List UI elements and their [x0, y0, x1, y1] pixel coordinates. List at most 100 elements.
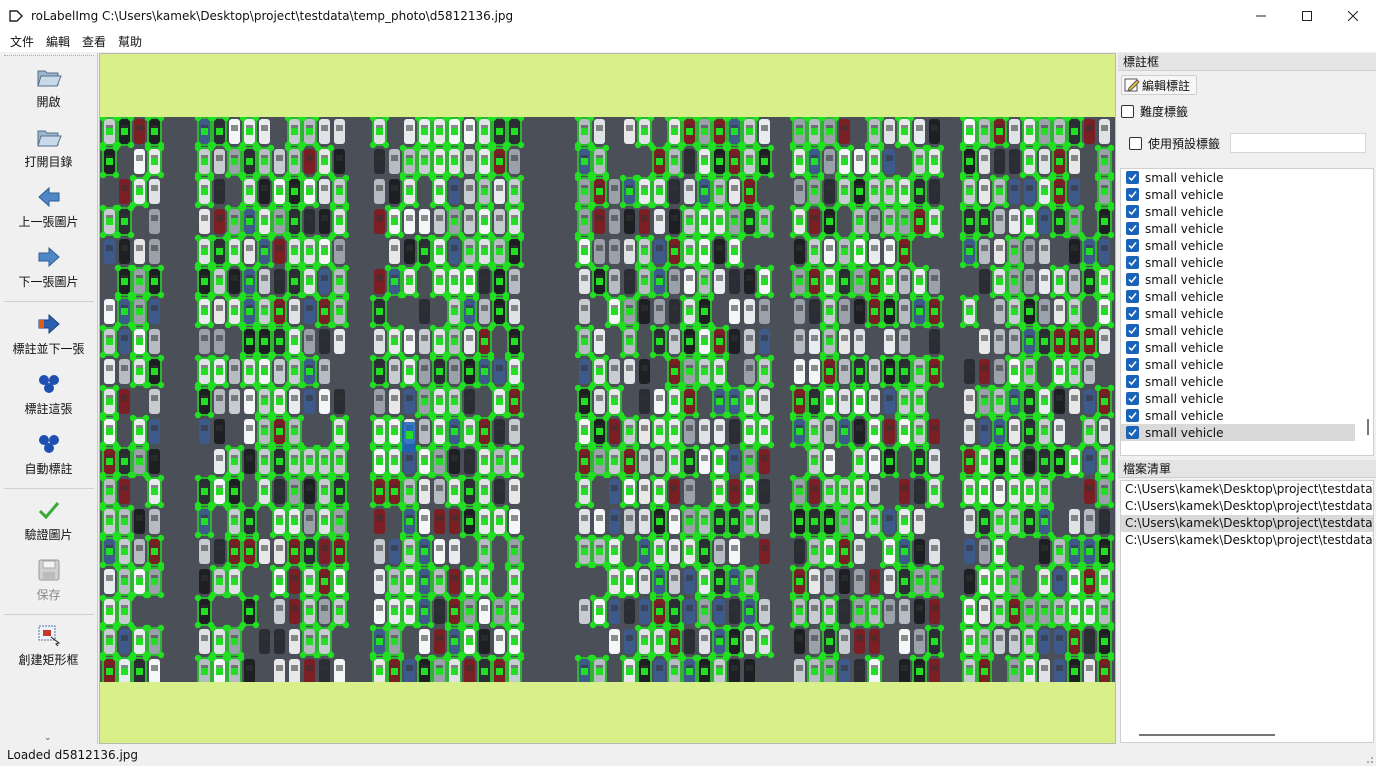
label-list-item[interactable]: small vehicle [1121, 169, 1373, 186]
toolbar-overflow-icon[interactable]: ⌄ [44, 733, 52, 743]
toolbar-grip[interactable] [4, 55, 94, 57]
file-list-item[interactable]: C:\Users\kamek\Desktop\project\testdata\… [1121, 532, 1373, 549]
aerial-parking-photo [100, 117, 1115, 682]
prev-image-button[interactable]: 上一張圖片 [0, 183, 97, 230]
check-icon [1128, 378, 1137, 386]
label-list-item[interactable]: small vehicle [1121, 237, 1373, 254]
save-button[interactable]: 保存 [0, 556, 97, 603]
use-default-label-checkbox[interactable] [1129, 137, 1142, 150]
label-visible-checkbox[interactable] [1126, 256, 1139, 269]
label-visible-checkbox[interactable] [1126, 222, 1139, 235]
label-list-item[interactable]: small vehicle [1121, 390, 1373, 407]
toolbar-separator [4, 488, 94, 489]
label-list-item-text: small vehicle [1145, 255, 1224, 270]
menu-file[interactable]: 文件 [4, 33, 40, 50]
blue-dots-icon [35, 370, 63, 398]
label-list-item[interactable]: small vehicle [1121, 203, 1373, 220]
save-icon [35, 556, 63, 584]
label-visible-checkbox[interactable] [1126, 307, 1139, 320]
open-button[interactable]: 開啟 [0, 63, 97, 110]
arrow-left-icon [35, 183, 63, 211]
check-icon [1128, 412, 1137, 420]
label-list-item[interactable]: small vehicle [1121, 305, 1373, 322]
use-default-label-text: 使用預設標籤 [1148, 137, 1221, 151]
label-this-button[interactable]: 標註這張 [0, 370, 97, 417]
label-visible-checkbox[interactable] [1126, 290, 1139, 303]
label-list-item[interactable]: small vehicle [1121, 424, 1355, 441]
label-visible-checkbox[interactable] [1126, 409, 1139, 422]
label-list-item[interactable]: small vehicle [1121, 220, 1373, 237]
label-this-label: 標註這張 [24, 402, 73, 416]
file-list-item[interactable]: C:\Users\kamek\Desktop\project\testdata\… [1121, 498, 1373, 515]
window-title: roLabelImg C:\Users\kamek\Desktop\projec… [31, 8, 514, 23]
app-icon [9, 9, 23, 22]
check-icon [1128, 174, 1137, 182]
menu-view[interactable]: 查看 [76, 33, 112, 50]
label-visible-checkbox[interactable] [1126, 205, 1139, 218]
open-dir-button[interactable]: 打開目錄 [0, 123, 97, 170]
label-visible-checkbox[interactable] [1126, 375, 1139, 388]
label-list[interactable]: small vehicle small vehicle small vehicle s… [1120, 168, 1374, 456]
label-list-item[interactable]: small vehicle [1121, 186, 1373, 203]
label-visible-checkbox[interactable] [1126, 171, 1139, 184]
close-button[interactable] [1330, 0, 1376, 31]
blue-dots-icon [35, 430, 63, 458]
label-visible-checkbox[interactable] [1126, 239, 1139, 252]
label-visible-checkbox[interactable] [1126, 358, 1139, 371]
label-list-item[interactable]: small vehicle [1121, 373, 1373, 390]
check-icon [1128, 395, 1137, 403]
label-visible-checkbox[interactable] [1126, 324, 1139, 337]
label-list-item-text: small vehicle [1145, 306, 1224, 321]
menu-edit[interactable]: 編輯 [40, 33, 76, 50]
label-visible-checkbox[interactable] [1126, 426, 1139, 439]
label-visible-checkbox[interactable] [1126, 341, 1139, 354]
edit-label-button[interactable]: 編輯標註 [1121, 75, 1198, 95]
difficult-checkbox-row[interactable]: 難度標籤 [1121, 103, 1188, 120]
check-icon [1128, 361, 1137, 369]
file-list-item[interactable]: C:\Users\kamek\Desktop\project\testdata\… [1121, 515, 1373, 532]
create-rect-button[interactable]: 創建矩形框 [0, 621, 97, 668]
label-and-next-button[interactable]: 標註並下一張 [0, 310, 97, 357]
label-list-item[interactable]: small vehicle [1121, 339, 1373, 356]
label-list-item-text: small vehicle [1145, 425, 1224, 440]
verify-image-button[interactable]: 驗證圖片 [0, 496, 97, 543]
file-list[interactable]: C:\Users\kamek\Desktop\project\testdata\… [1120, 480, 1374, 743]
file-list-item[interactable]: C:\Users\kamek\Desktop\project\testdata\… [1121, 481, 1373, 498]
folder-open-icon [35, 63, 63, 91]
label-visible-checkbox[interactable] [1126, 392, 1139, 405]
maximize-button[interactable] [1284, 0, 1330, 31]
label-visible-checkbox[interactable] [1126, 273, 1139, 286]
check-icon [1128, 208, 1137, 216]
label-list-item[interactable]: small vehicle [1121, 356, 1373, 373]
label-list-item-text: small vehicle [1145, 272, 1224, 287]
annotation-dock: 標註框 編輯標註 難度標籤 使用預設標籤 small vehicle small … [1118, 53, 1376, 744]
label-visible-checkbox[interactable] [1126, 188, 1139, 201]
arrow-right-blue-icon [35, 310, 63, 338]
next-image-button[interactable]: 下一張圖片 [0, 243, 97, 290]
file-list-title: 檔案清單 [1118, 460, 1376, 478]
auto-label-label: 自動標註 [24, 462, 73, 476]
label-list-item-text: small vehicle [1145, 374, 1224, 389]
image-canvas[interactable] [99, 53, 1116, 744]
label-list-item[interactable]: small vehicle [1121, 271, 1373, 288]
label-list-item[interactable]: small vehicle [1121, 288, 1373, 305]
auto-label-button[interactable]: 自動標註 [0, 430, 97, 477]
label-list-item-text: small vehicle [1145, 408, 1224, 423]
default-label-input[interactable] [1230, 133, 1366, 153]
resize-grip-icon[interactable] [1364, 754, 1374, 764]
use-default-label-row[interactable]: 使用預設標籤 [1129, 135, 1220, 152]
label-list-scrollbar[interactable] [1367, 419, 1369, 435]
file-list-scrollbar[interactable] [1139, 734, 1275, 736]
open-dir-label: 打開目錄 [24, 155, 73, 169]
label-list-item[interactable]: small vehicle [1121, 322, 1373, 339]
label-list-item[interactable]: small vehicle [1121, 407, 1373, 424]
check-icon [1128, 344, 1137, 352]
open-label: 開啟 [36, 95, 61, 109]
edit-label-text: 編輯標註 [1142, 78, 1191, 93]
label-list-item[interactable]: small vehicle [1121, 254, 1373, 271]
arrow-right-icon [35, 243, 63, 271]
difficult-checkbox[interactable] [1121, 105, 1134, 118]
minimize-button[interactable] [1238, 0, 1284, 31]
menu-help[interactable]: 幫助 [112, 33, 148, 50]
label-list-item-text: small vehicle [1145, 289, 1224, 304]
